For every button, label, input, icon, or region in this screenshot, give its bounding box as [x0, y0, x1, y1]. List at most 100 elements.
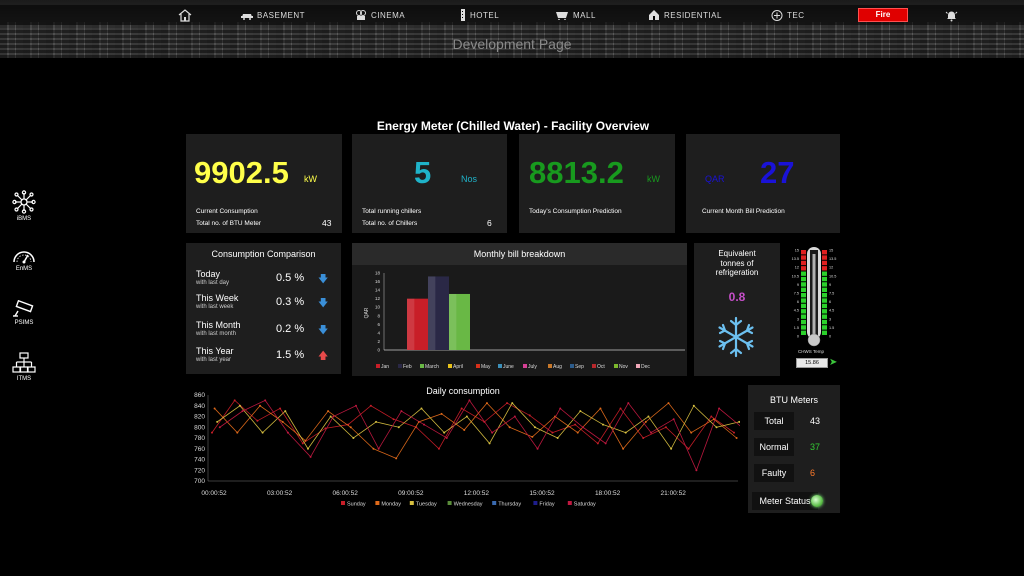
btu-normal-label: Normal — [754, 438, 794, 456]
page-title: Energy Meter (Chilled Water) - Facility … — [376, 119, 650, 133]
data-point — [692, 404, 695, 407]
arrow-right-icon[interactable]: ➤ — [829, 357, 837, 368]
daily-consumption-title: Daily consumption — [426, 386, 500, 396]
legend-swatch — [523, 364, 527, 368]
y-tick-label: 8 — [377, 313, 380, 318]
data-point — [306, 447, 309, 450]
data-point — [735, 437, 738, 439]
thermo-scale-right — [822, 314, 827, 319]
nav-basement-label: BASEMENT — [257, 10, 306, 20]
thermo-right-tick: 3 — [829, 317, 831, 321]
y-axis-label: QAR — [364, 307, 370, 318]
data-point — [576, 431, 579, 434]
fire-button[interactable]: Fire — [858, 8, 908, 22]
sidebar-item-itms[interactable]: ITMS — [8, 352, 40, 382]
data-point — [533, 426, 536, 429]
thermo-left-tick: 9 — [797, 283, 799, 287]
thermo-scale-right — [822, 287, 827, 292]
network-hub-icon — [12, 190, 36, 214]
legend-label: Dec — [641, 364, 650, 370]
data-point — [301, 442, 304, 445]
x-tick-label: 21:00:52 — [661, 490, 687, 497]
data-point — [238, 404, 241, 407]
data-point — [599, 407, 602, 410]
data-point — [488, 442, 491, 445]
y-tick-label: 780 — [194, 435, 205, 442]
nav-tec[interactable]: TEC — [771, 7, 805, 23]
btu-total-value: 43 — [810, 416, 821, 426]
y-tick-label: 18 — [375, 271, 381, 276]
x-tick-label: 15:00:52 — [529, 490, 555, 497]
nav-cinema[interactable]: CINEMA — [355, 7, 405, 23]
nav-residential[interactable]: RESIDENTIAL — [648, 7, 722, 23]
legend-swatch — [398, 364, 402, 368]
btu-faulty-label: Faulty — [754, 464, 794, 482]
legend-swatch — [592, 364, 596, 368]
development-page-label: Development Page — [452, 36, 572, 52]
data-point — [377, 447, 380, 450]
thermo-scale-left — [801, 303, 806, 309]
current-consumption-label: Current Consumption — [196, 208, 258, 215]
nav-hotel[interactable]: HOTEL — [460, 7, 499, 23]
data-point — [644, 420, 647, 423]
data-point — [236, 431, 239, 434]
consumption-prediction-unit: kW — [647, 174, 660, 184]
comparison-row-week: This Week with last week 0.3 % 🡇 — [196, 293, 336, 313]
thermo-right-tick: 15 — [829, 249, 833, 253]
legend-label: Oct — [597, 364, 605, 370]
home-button[interactable] — [178, 7, 196, 23]
current-consumption-value: 9902.5 — [194, 155, 289, 190]
x-tick-label: 03:00:52 — [267, 490, 293, 497]
thermo-scale-right — [822, 293, 827, 298]
data-point — [261, 431, 264, 434]
bill-prediction-unit: QAR — [705, 174, 725, 184]
nav-mall[interactable]: MALL — [555, 7, 596, 23]
data-point — [581, 426, 584, 429]
legend-label: Tuesday — [416, 502, 437, 508]
comparison-sub: with last month — [196, 331, 237, 337]
sidebar-item-itms-label: ITMS — [16, 376, 32, 382]
data-point — [437, 447, 440, 450]
sidebar-item-enms[interactable]: EnMS — [8, 246, 40, 272]
data-point — [622, 447, 625, 450]
data-point — [536, 447, 539, 450]
thermo-left-tick: 12 — [795, 266, 799, 270]
sidebar-item-ibms[interactable]: iBMS — [8, 190, 40, 222]
consumption-comparison-panel: Consumption Comparison Today with last d… — [186, 243, 341, 374]
refrigeration-title-line: Equivalent — [718, 249, 756, 258]
thermo-scale-left — [801, 325, 806, 330]
thermo-scale-left — [801, 271, 806, 276]
thermo-scale-right — [822, 250, 827, 255]
thermo-left-tick: 13.5 — [792, 257, 799, 261]
sidebar-item-psims[interactable]: PSIMS — [8, 300, 40, 326]
thermo-right-tick: 12 — [829, 266, 833, 270]
alarm-button[interactable] — [945, 7, 962, 23]
total-chillers-value: 6 — [487, 218, 492, 228]
thermo-right-tick: 7.5 — [829, 292, 834, 296]
thermo-scale-left — [801, 260, 806, 266]
thermo-scale-left — [801, 250, 806, 255]
data-point — [400, 410, 403, 413]
total-chillers-label: Total no. of Chillers — [362, 220, 418, 227]
refrigeration-title-line: tonnes of — [720, 258, 754, 268]
nav-mall-label: MALL — [573, 10, 596, 20]
thermo-left-tick: 3 — [797, 317, 799, 321]
x-tick-label: 12:00:52 — [464, 490, 490, 497]
data-point — [286, 431, 289, 434]
thermo-scale-right — [822, 325, 827, 330]
data-point — [349, 426, 352, 429]
legend-swatch — [448, 364, 452, 368]
thermo-scale-right — [822, 319, 827, 325]
data-point — [579, 410, 582, 413]
data-point — [281, 420, 284, 423]
y-tick-label: 740 — [194, 457, 205, 464]
data-point — [375, 420, 378, 423]
nav-basement[interactable]: BASEMENT — [241, 7, 305, 23]
thermo-scale-left — [801, 330, 806, 335]
data-point — [256, 419, 259, 422]
legend-swatch — [636, 364, 640, 368]
legend-swatch — [570, 364, 574, 368]
legend-swatch — [567, 501, 572, 505]
x-tick-label: 00:00:52 — [201, 490, 227, 497]
data-point — [650, 431, 653, 434]
